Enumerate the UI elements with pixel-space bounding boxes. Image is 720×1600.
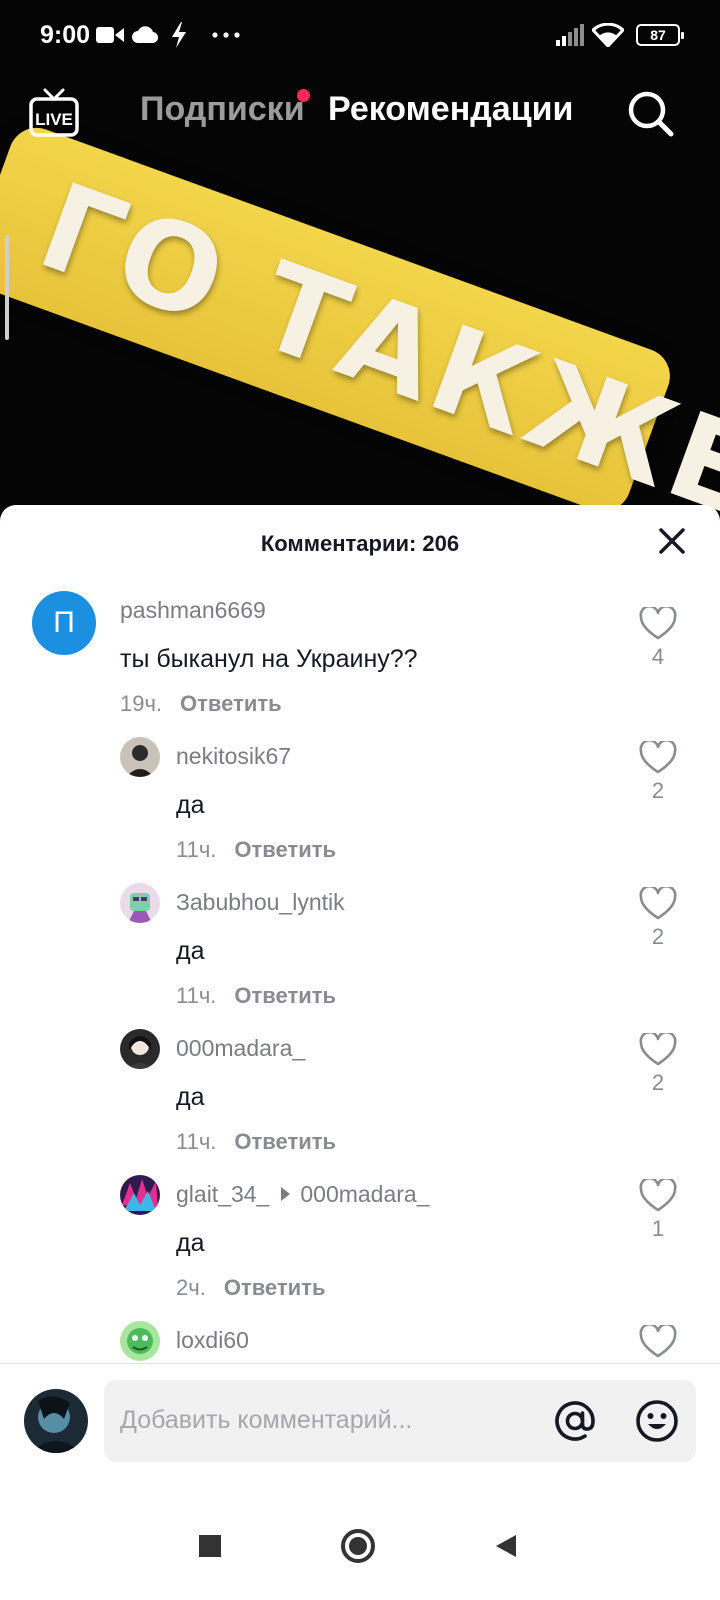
like-button[interactable]: 1 [630,1179,686,1242]
comment-time: 2ч. [176,1275,206,1300]
comment-meta: 11ч. Ответить [176,983,336,1009]
heart-icon [639,607,677,640]
like-count: 2 [651,778,665,803]
comment-username[interactable]: loxdi60 [176,1327,249,1354]
comment-username[interactable]: pashman6669 [120,597,266,624]
reply-button[interactable]: Ответить [234,837,336,862]
like-button[interactable] [630,1325,686,1359]
comment-meta: 11ч. Ответить [176,1129,336,1155]
like-button[interactable]: 2 [630,887,686,950]
like-button[interactable]: 4 [630,607,686,670]
like-count: 1 [651,1216,665,1241]
video-player[interactable]: ГО ТАКЖЕ ? [0,0,720,520]
my-avatar[interactable] [24,1389,88,1453]
status-time: 9:00 [40,21,91,49]
svg-text:LIVE: LIVE [35,110,73,129]
comment-username: glait_34_ 000madara_ [176,1181,430,1208]
comment-username[interactable]: 000madara_ [176,1035,305,1062]
comment-time: 11ч. [176,1129,217,1154]
at-mention-icon[interactable] [552,1398,598,1444]
heart-icon [639,1325,677,1358]
heart-icon [639,1033,677,1066]
reply-to-username[interactable]: 000madara_ [300,1181,429,1207]
like-count: 2 [651,1070,665,1095]
comment-username[interactable]: Зabubhou_lyntik [176,889,345,916]
battery-indicator: 87 [636,24,684,46]
comment-text: да [176,937,205,965]
video-sign-text: ГО ТАКЖЕ ? [22,157,720,520]
avatar[interactable] [120,1175,160,1215]
comment-meta: 11ч. Ответить [176,837,336,863]
close-icon[interactable] [656,525,688,557]
comment-text: ты быканул на Украину?? [120,645,418,673]
avatar[interactable] [120,1029,160,1069]
like-button[interactable]: 2 [630,1033,686,1096]
comment-username-link[interactable]: glait_34_ [176,1181,269,1207]
tab-for-you[interactable]: Рекомендации [328,90,573,129]
comment-input[interactable]: Добавить комментарий... [104,1380,696,1462]
search-icon[interactable] [626,89,674,137]
cloud-icon [132,22,158,48]
notification-dot [297,89,310,102]
live-tv-icon[interactable]: LIVE [28,88,82,140]
flash-icon [170,22,188,48]
avatar[interactable]: П [32,591,96,655]
like-count: 2 [651,924,665,949]
comment-text: да [176,1083,205,1111]
circle-icon[interactable] [340,1528,376,1569]
reply-button[interactable]: Ответить [234,1129,336,1154]
reply-button[interactable]: Ответить [180,691,282,716]
heart-icon [639,887,677,920]
tab-following[interactable]: Подписки [140,90,305,129]
comment-text: да [176,1229,205,1257]
heart-icon [639,1179,677,1212]
comment-username[interactable]: nekitosik67 [176,743,291,770]
comment-time: 19ч. [120,691,163,716]
avatar[interactable] [120,883,160,923]
comment-time: 11ч. [176,983,217,1008]
like-button[interactable]: 2 [630,741,686,804]
avatar[interactable] [120,1321,160,1361]
heart-icon [639,741,677,774]
video-side-indicator [5,235,9,340]
comment-meta: 19ч. Ответить [120,691,282,717]
system-nav-bar [0,1500,720,1600]
status-bar: 9:00 87 [0,0,720,70]
square-icon[interactable] [196,1532,224,1565]
comment-input-bar: Добавить комментарий... [0,1363,720,1478]
reply-arrow-icon [281,1186,291,1201]
wifi-icon [592,22,624,48]
like-count: 4 [651,644,665,669]
more-dots-icon [212,22,240,48]
video-camera-icon [96,22,124,48]
signal-icon [556,22,586,48]
video-sign: ГО ТАКЖЕ ? [0,120,720,520]
comment-text: да [176,791,205,819]
reply-button[interactable]: Ответить [224,1275,326,1300]
avatar[interactable] [120,737,160,777]
triangle-back-icon[interactable] [492,1532,520,1565]
comment-input-placeholder: Добавить комментарий... [120,1406,413,1434]
comments-sheet: Комментарии: 206 П pashman6669 ты быкану… [0,505,720,1500]
emoji-icon[interactable] [634,1398,680,1444]
reply-button[interactable]: Ответить [234,983,336,1008]
comment-time: 11ч. [176,837,217,862]
comments-title: Комментарии: 206 [260,531,460,556]
comment-meta: 2ч. Ответить [176,1275,325,1301]
